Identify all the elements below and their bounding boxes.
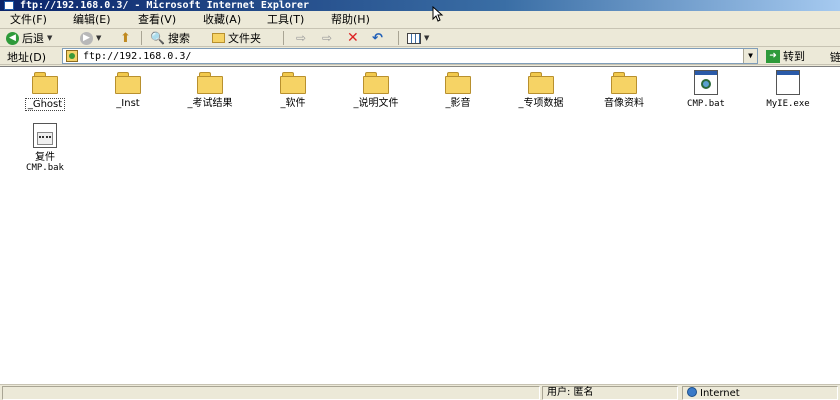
search-label: 搜索 (167, 32, 190, 45)
folder-item[interactable]: _影音 (423, 71, 493, 109)
folder-icon (609, 71, 639, 95)
back-button[interactable]: ◀ 后退 ▼ (6, 30, 52, 46)
delete-button[interactable]: ✕ (347, 30, 359, 46)
forward-dropdown-icon[interactable]: ▼ (96, 34, 101, 42)
folder-label: _软件 (280, 98, 306, 109)
menu-bar: 文件(F) 编辑(E) 查看(V) 收藏(A) 工具(T) 帮助(H) (0, 11, 840, 29)
folder-label: _考试结果 (187, 98, 233, 109)
menu-file[interactable]: 文件(F) (10, 13, 47, 27)
views-grid-icon (407, 32, 421, 44)
up-folder-icon: ⬆ (120, 30, 131, 46)
folder-icon (443, 71, 473, 95)
address-input[interactable]: ftp://192.168.0.3/ ▼ (62, 48, 758, 64)
file-item[interactable]: MyIE.exe (753, 70, 823, 110)
go-label: 转到 (783, 50, 805, 63)
folder-item[interactable]: _考试结果 (175, 71, 245, 109)
address-label: 地址(D) (7, 51, 47, 64)
address-value: ftp://192.168.0.3/ (83, 50, 192, 62)
file-item[interactable]: CMP.bat (671, 70, 741, 110)
toolbar-separator (398, 31, 399, 45)
batch-file-icon (691, 70, 721, 96)
menu-favorites[interactable]: 收藏(A) (203, 13, 241, 27)
back-arrow-icon: ◀ (6, 31, 19, 45)
folder-icon (526, 71, 556, 95)
status-main-pane (2, 386, 540, 400)
copy-to-button[interactable]: ⇨ (322, 30, 332, 46)
undo-icon: ↶ (372, 30, 383, 46)
up-folder-button[interactable]: ⬆ (120, 30, 131, 46)
toolbar-separator (283, 31, 284, 45)
folder-item[interactable]: _Ghost (10, 71, 80, 111)
file-label-line1: 复件 (35, 152, 55, 163)
folder-label: _Ghost (24, 98, 66, 111)
folder-item[interactable]: _说明文件 (341, 71, 411, 109)
file-label: MyIE.exe (766, 99, 810, 109)
folders-icon (212, 33, 225, 43)
ie-app-icon[interactable] (4, 1, 14, 10)
folder-icon (361, 71, 391, 95)
file-label-line2: CMP.bak (26, 163, 64, 173)
status-user: 用户: 匿名 (542, 386, 678, 400)
exe-file-icon (773, 70, 803, 96)
go-button[interactable]: ➜ 转到 (766, 48, 805, 64)
folder-item[interactable]: _Inst (93, 71, 163, 109)
standard-toolbar: ◀ 后退 ▼ ▶ ▼ ⬆ 🔍 搜索 文件夹 ⇨ ⇨ ✕ ↶ ▼ (0, 29, 840, 47)
undo-button[interactable]: ↶ (372, 30, 383, 46)
folder-item[interactable]: 音像资料 (589, 71, 659, 109)
title-bar: ftp://192.168.0.3/ - Microsoft Internet … (0, 0, 840, 11)
file-item[interactable]: 复件 CMP.bak (10, 123, 80, 174)
folder-icon (278, 71, 308, 95)
folder-item[interactable]: _专项数据 (506, 71, 576, 109)
status-bar: 用户: 匿名 Internet (0, 384, 840, 400)
folder-label: _影音 (445, 98, 471, 109)
status-zone: Internet (682, 386, 838, 400)
delete-x-icon: ✕ (347, 30, 359, 46)
folder-label: _Inst (116, 98, 140, 109)
forward-arrow-icon: ▶ (80, 31, 93, 45)
folder-icon (30, 71, 60, 95)
address-dropdown-icon[interactable]: ▼ (743, 49, 757, 63)
links-toolbar-stub[interactable]: 链 (830, 49, 840, 65)
move-to-button[interactable]: ⇨ (296, 30, 306, 46)
folder-icon (113, 71, 143, 95)
search-icon: 🔍 (150, 31, 165, 45)
menu-edit[interactable]: 编辑(E) (73, 13, 111, 27)
address-bar: 地址(D) ftp://192.168.0.3/ ▼ ➜ 转到 链 (0, 47, 840, 65)
folder-item[interactable]: _软件 (258, 71, 328, 109)
folder-label: 音像资料 (604, 98, 644, 109)
ftp-file-view[interactable]: _Ghost _Inst _考试结果 _软件 _说明文件 _影音 _专项数据 音… (0, 66, 840, 384)
move-to-icon: ⇨ (296, 31, 307, 45)
ftp-folder-icon (66, 50, 78, 62)
folder-icon (195, 71, 225, 95)
back-label: 后退 (22, 32, 44, 45)
copy-to-icon: ⇨ (322, 31, 333, 45)
folder-label: _专项数据 (518, 98, 564, 109)
toolbar-separator (141, 31, 142, 45)
folders-label: 文件夹 (228, 32, 261, 45)
menu-view[interactable]: 查看(V) (138, 13, 176, 27)
menu-tools[interactable]: 工具(T) (267, 13, 304, 27)
mouse-pointer-icon (432, 6, 444, 22)
file-label: CMP.bat (687, 99, 725, 109)
forward-button[interactable]: ▶ ▼ (80, 30, 101, 46)
internet-globe-icon (687, 387, 697, 397)
folders-button[interactable]: 文件夹 (212, 30, 261, 46)
back-dropdown-icon[interactable]: ▼ (47, 34, 52, 42)
search-button[interactable]: 🔍 搜索 (150, 30, 190, 46)
go-arrow-icon: ➜ (766, 49, 780, 63)
views-dropdown-icon[interactable]: ▼ (424, 34, 429, 42)
folder-label: _说明文件 (353, 98, 399, 109)
menu-help[interactable]: 帮助(H) (331, 13, 370, 27)
bak-file-icon (30, 123, 60, 149)
views-button[interactable]: ▼ (407, 30, 429, 46)
window-title: ftp://192.168.0.3/ - Microsoft Internet … (20, 0, 309, 11)
zone-label: Internet (700, 388, 740, 399)
